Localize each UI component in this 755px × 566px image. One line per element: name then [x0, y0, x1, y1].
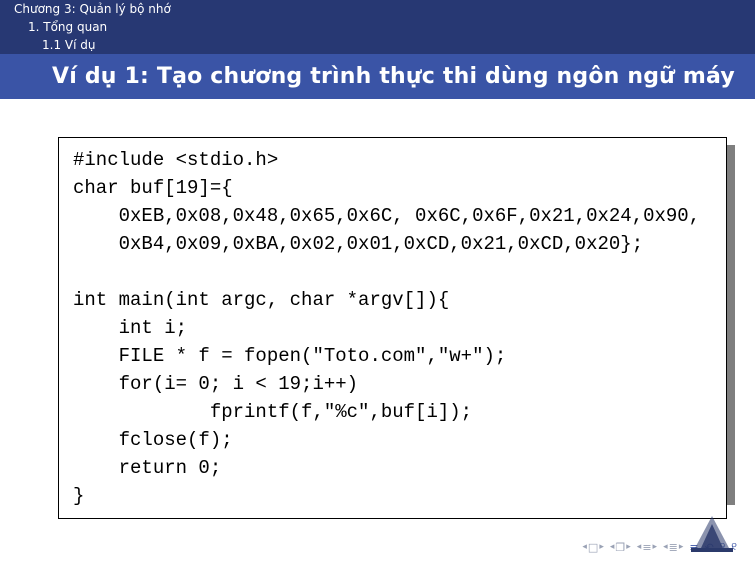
nav-section-icon[interactable]: ≡ — [642, 541, 651, 554]
nav-subsection-prev-icon[interactable]: ◂ — [663, 542, 668, 552]
code-block: #include <stdio.h> char buf[19]={ 0xEB,0… — [58, 137, 727, 519]
nav-frame-group[interactable]: ◂ □ ▸ — [582, 541, 603, 554]
nav-subsection-group[interactable]: ◂ ≣ ▸ — [663, 541, 683, 554]
nav-doc-prev-icon[interactable]: ◂ — [610, 542, 615, 552]
nav-section-group[interactable]: ◂ ≡ ▸ — [637, 541, 657, 554]
nav-section-prev-icon[interactable]: ◂ — [637, 542, 642, 552]
beamer-nav-bar: ◂ □ ▸ ◂ ❐ ▸ ◂ ≡ ▸ ◂ ≣ ▸ ≡ ↶ ୨ ୧ — [0, 536, 755, 566]
nav-doc-next-icon[interactable]: ▸ — [626, 542, 631, 552]
institution-logo — [689, 514, 735, 554]
nav-section-next-icon[interactable]: ▸ — [653, 542, 658, 552]
nav-subsection-next-icon[interactable]: ▸ — [679, 542, 684, 552]
nav-frame-next-icon[interactable]: ▸ — [599, 542, 604, 552]
nav-subsection-icon[interactable]: ≣ — [669, 541, 678, 554]
slide-header: Chương 3: Quản lý bộ nhớ 1. Tổng quan 1.… — [0, 0, 755, 99]
nav-frame-prev-icon[interactable]: ◂ — [582, 542, 587, 552]
nav-doc-icon[interactable]: ❐ — [615, 541, 625, 554]
content-area: #include <stdio.h> char buf[19]={ 0xEB,0… — [0, 99, 755, 519]
breadcrumb-section: 1. Tổng quan — [0, 18, 755, 36]
nav-doc-group[interactable]: ◂ ❐ ▸ — [610, 541, 631, 554]
slide-title: Ví dụ 1: Tạo chương trình thực thi dùng … — [0, 54, 755, 99]
breadcrumb-chapter: Chương 3: Quản lý bộ nhớ — [0, 0, 755, 18]
nav-frame-icon[interactable]: □ — [588, 541, 598, 554]
breadcrumb-subsection: 1.1 Ví dụ — [0, 36, 755, 54]
